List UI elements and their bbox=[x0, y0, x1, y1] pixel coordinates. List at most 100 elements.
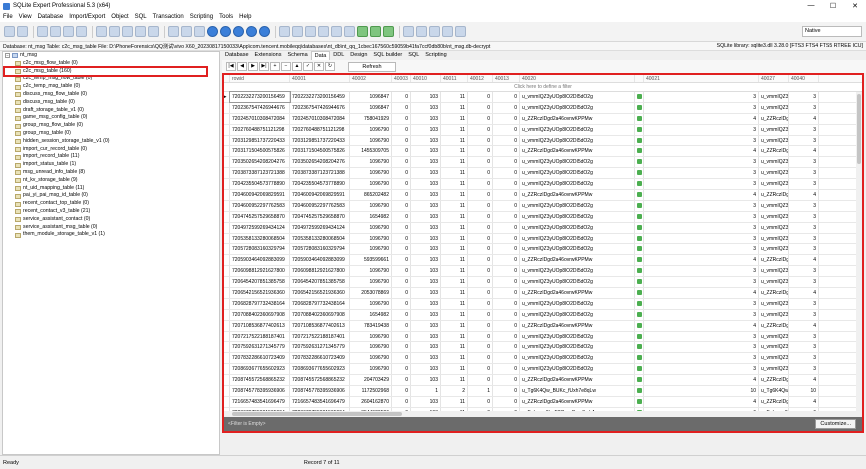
table-cell[interactable]: 7204235504573778890 bbox=[290, 179, 350, 190]
table-row[interactable]: 7206828797732438164 7206828797732438164 10… bbox=[224, 298, 862, 310]
minimize-button[interactable]: — bbox=[800, 2, 822, 10]
table-cell[interactable]: 0 bbox=[468, 244, 493, 255]
table-cell[interactable]: 1096790 bbox=[350, 244, 392, 255]
table-cell[interactable]: 1654982 bbox=[350, 211, 392, 222]
table-cell[interactable]: 103 bbox=[411, 277, 441, 288]
table-cell[interactable]: 2604162870 bbox=[350, 396, 392, 407]
table-cell[interactable]: 7207088402360697908 bbox=[290, 309, 350, 320]
toolbar-tool-icon[interactable] bbox=[109, 26, 120, 37]
table-cell[interactable] bbox=[635, 396, 644, 407]
table-cell[interactable]: 7207217522188187401 bbox=[230, 331, 290, 342]
table-row[interactable]: 7203873387123721388 7203873387123721388 10… bbox=[224, 168, 862, 180]
table-cell[interactable] bbox=[635, 266, 644, 277]
table-cell[interactable]: 103 bbox=[411, 168, 441, 179]
table-cell[interactable]: 0 bbox=[392, 375, 411, 386]
table-cell[interactable]: 1096790 bbox=[350, 364, 392, 375]
tree-item[interactable]: discuss_msg_table (0) bbox=[3, 99, 219, 107]
table-cell[interactable]: 0 bbox=[493, 331, 520, 342]
mode-select[interactable]: Native bbox=[802, 26, 862, 37]
table-cell[interactable]: 0 bbox=[468, 364, 493, 375]
table-row[interactable]: 7208745778395936906 7208745778395936906 11… bbox=[224, 386, 862, 397]
table-cell[interactable]: 7204745257529658870 bbox=[230, 211, 290, 222]
table-cell[interactable]: 204703429 bbox=[350, 375, 392, 386]
table-cell[interactable]: 0 bbox=[392, 146, 411, 157]
table-cell[interactable] bbox=[635, 309, 644, 320]
toolbar-tool-icon[interactable] bbox=[135, 26, 146, 37]
table-cell[interactable]: u_vmmIQZ3yUOp8lO2DI5dO2g bbox=[520, 309, 635, 320]
table-cell[interactable]: 4 bbox=[644, 375, 759, 386]
table-cell[interactable]: 11 bbox=[441, 396, 468, 407]
table-cell[interactable]: 7208745778395936906 bbox=[290, 386, 350, 396]
table-cell[interactable]: 0 bbox=[468, 102, 493, 113]
table-cell[interactable]: u_ZZRczIDgd2a46ovrwKPPMw bbox=[759, 320, 789, 331]
table-cell[interactable]: u_ZZRczIDgd2a46ovrwKPPMw bbox=[520, 288, 635, 298]
table-row[interactable]: 7216657483541696479 7216657483541696479 26… bbox=[224, 396, 862, 408]
table-row[interactable]: 7205903464092883099 7205903464092883099 59… bbox=[224, 255, 862, 267]
table-cell[interactable]: 0 bbox=[468, 179, 493, 190]
table-cell[interactable]: 7207832286610723409 bbox=[290, 353, 350, 364]
table-cell[interactable]: 4 bbox=[789, 396, 819, 407]
toolbar-tool-icon[interactable] bbox=[246, 26, 257, 37]
table-cell[interactable] bbox=[635, 168, 644, 179]
table-cell[interactable]: 0 bbox=[468, 288, 493, 298]
table-cell[interactable]: 3 bbox=[644, 266, 759, 277]
table-cell[interactable]: 0 bbox=[392, 135, 411, 146]
table-cell[interactable]: u_vmmIQZ3yUOp8lO2DI5dO2g bbox=[759, 124, 789, 135]
table-cell[interactable]: 7203502654208204276 bbox=[290, 157, 350, 168]
nav-button[interactable]: ▶ bbox=[248, 62, 258, 71]
table-cell[interactable]: 0 bbox=[493, 113, 520, 124]
nav-button[interactable]: ◀ bbox=[237, 62, 247, 71]
table-cell[interactable]: 1096790 bbox=[350, 298, 392, 309]
table-cell[interactable]: 0 bbox=[493, 157, 520, 168]
table-cell[interactable]: 4 bbox=[644, 288, 759, 298]
table-cell[interactable]: 7206828797732438164 bbox=[230, 298, 290, 309]
table-cell[interactable]: 11 bbox=[441, 200, 468, 211]
table-cell[interactable]: 0 bbox=[392, 211, 411, 222]
toolbar-tool-icon[interactable] bbox=[37, 26, 48, 37]
table-cell[interactable]: 3 bbox=[644, 102, 759, 113]
table-cell[interactable]: 758041929 bbox=[350, 113, 392, 124]
table-cell[interactable]: 0 bbox=[468, 124, 493, 135]
table-cell[interactable]: 11 bbox=[441, 168, 468, 179]
table-cell[interactable]: 4 bbox=[644, 146, 759, 157]
table-cell[interactable]: 11 bbox=[441, 331, 468, 342]
table-cell[interactable]: u_vmmIQZ3yUOp8lO2DI5dO2g bbox=[520, 211, 635, 222]
table-cell[interactable]: u_vmmIQZ3yUOp8lO2DI5dO2g bbox=[759, 331, 789, 342]
tree-root[interactable]: − nt_msg bbox=[3, 52, 219, 60]
table-cell[interactable]: 11 bbox=[441, 298, 468, 309]
table-cell[interactable]: u_vmmIQZ3yUOp8lO2DI5dO2g bbox=[759, 364, 789, 375]
table-cell[interactable]: 103 bbox=[411, 320, 441, 331]
table-cell[interactable]: 1096847 bbox=[350, 102, 392, 113]
table-cell[interactable]: 103 bbox=[411, 200, 441, 211]
table-cell[interactable]: 0 bbox=[392, 179, 411, 190]
table-cell[interactable]: 103 bbox=[411, 255, 441, 266]
table-cell[interactable]: u_vmmIQZ3yUOp8lO2DI5dO2g bbox=[520, 124, 635, 135]
table-cell[interactable]: 3 bbox=[644, 124, 759, 135]
table-row[interactable]: 7206098812921627800 7206098812921627800 10… bbox=[224, 266, 862, 278]
table-cell[interactable]: 0 bbox=[392, 190, 411, 200]
table-cell[interactable]: 1096790 bbox=[350, 331, 392, 342]
table-cell[interactable]: 11 bbox=[441, 146, 468, 157]
table-cell[interactable]: u_vmmIQZ3yUOp8lO2DI5dO2g bbox=[759, 309, 789, 320]
table-cell[interactable]: 783419438 bbox=[350, 320, 392, 331]
table-cell[interactable]: 0 bbox=[392, 342, 411, 353]
table-cell[interactable]: u_vmmIQZ3yUOp8lO2DI5dO2g bbox=[520, 277, 635, 288]
table-cell[interactable]: 0 bbox=[392, 244, 411, 255]
vscroll-thumb[interactable] bbox=[857, 94, 861, 164]
table-cell[interactable]: 0 bbox=[468, 353, 493, 364]
table-cell[interactable]: 0 bbox=[468, 113, 493, 124]
table-cell[interactable]: 3 bbox=[789, 309, 819, 320]
table-row[interactable]: 7202457010308472084 7202457010308472084 75… bbox=[224, 113, 862, 125]
toolbar-tool-icon[interactable] bbox=[429, 26, 440, 37]
tab-scripting[interactable]: Scripting bbox=[422, 51, 449, 60]
table-cell[interactable]: 3 bbox=[789, 331, 819, 342]
table-cell[interactable]: 3 bbox=[789, 200, 819, 211]
table-cell[interactable]: 0 bbox=[392, 102, 411, 113]
table-cell[interactable]: 0 bbox=[493, 364, 520, 375]
collapse-icon[interactable]: − bbox=[5, 53, 10, 59]
table-cell[interactable]: 4 bbox=[644, 396, 759, 407]
table-cell[interactable]: 11 bbox=[441, 255, 468, 266]
table-cell[interactable]: 10 bbox=[789, 386, 819, 396]
table-cell[interactable]: 103 bbox=[411, 396, 441, 407]
toolbar-tool-icon[interactable] bbox=[357, 26, 368, 37]
